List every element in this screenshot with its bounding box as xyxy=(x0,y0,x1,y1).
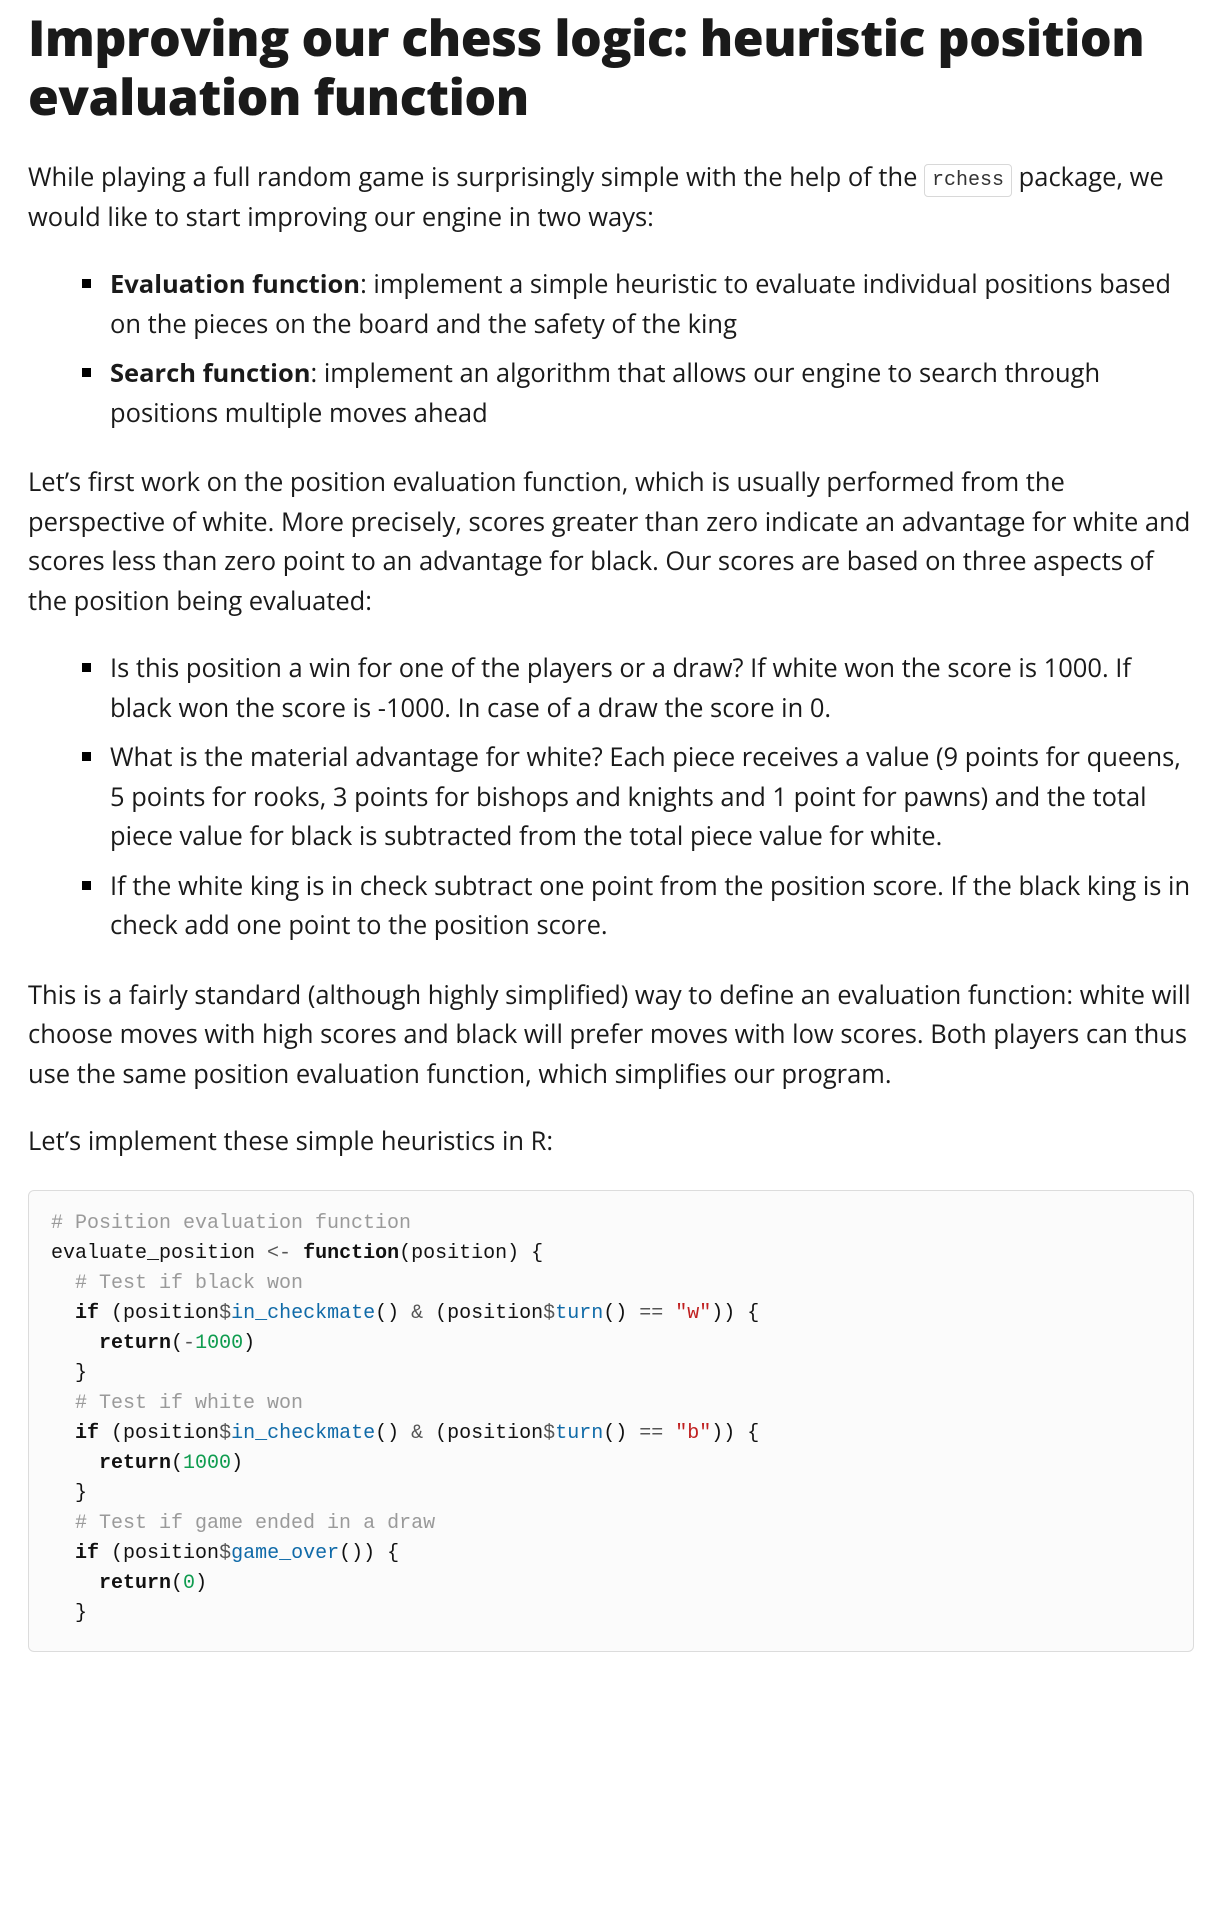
code-token-kw: return xyxy=(99,1452,171,1475)
code-token-op: $ xyxy=(219,1302,231,1325)
code-token-plain: )) { xyxy=(711,1422,759,1445)
intro-pre: While playing a full random game is surp… xyxy=(28,160,924,194)
list-item-text: Is this position a win for one of the pl… xyxy=(110,651,1131,725)
code-token-fn: game_over xyxy=(231,1542,339,1565)
code-token-fn: turn xyxy=(555,1422,603,1445)
code-token-plain: ( xyxy=(171,1452,183,1475)
code-token-kw: function xyxy=(303,1242,399,1265)
code-token-plain xyxy=(663,1302,675,1325)
code-token-op: & xyxy=(411,1302,423,1325)
code-token-str: "b" xyxy=(675,1422,711,1445)
code-token-plain: } xyxy=(51,1362,87,1385)
code-lead-in: Let’s implement these simple heuristics … xyxy=(28,1122,1194,1162)
code-token-op: $ xyxy=(219,1422,231,1445)
code-token-plain xyxy=(51,1452,99,1475)
code-token-num: 1000 xyxy=(183,1452,231,1475)
code-token-op: - xyxy=(183,1332,195,1355)
code-token-str: "w" xyxy=(675,1302,711,1325)
code-token-plain xyxy=(51,1422,75,1445)
eval-intro-paragraph: Let’s first work on the position evaluat… xyxy=(28,463,1194,621)
inline-code-rchess: rchess xyxy=(924,164,1012,197)
code-token-plain xyxy=(51,1572,99,1595)
code-token-fn: in_checkmate xyxy=(231,1302,375,1325)
code-token-fn: turn xyxy=(555,1302,603,1325)
improvements-list: Evaluation function: implement a simple … xyxy=(28,265,1194,433)
code-token-plain: (position xyxy=(99,1422,219,1445)
code-token-plain: () xyxy=(603,1302,639,1325)
list-item-text: If the white king is in check subtract o… xyxy=(110,869,1190,943)
code-token-plain xyxy=(51,1512,75,1535)
code-token-plain: () xyxy=(375,1302,411,1325)
summary-paragraph: This is a fairly standard (although high… xyxy=(28,976,1194,1095)
code-token-plain xyxy=(663,1422,675,1445)
code-token-fn: in_checkmate xyxy=(231,1422,375,1445)
code-token-plain xyxy=(51,1332,99,1355)
code-token-plain: ) xyxy=(243,1332,255,1355)
code-token-plain: } xyxy=(51,1482,87,1505)
code-token-plain: } xyxy=(51,1602,87,1625)
code-token-plain: ()) { xyxy=(339,1542,399,1565)
code-token-plain: (position xyxy=(423,1302,543,1325)
code-token-plain: (position xyxy=(423,1422,543,1445)
list-item: What is the material advantage for white… xyxy=(82,738,1194,857)
list-item-text: What is the material advantage for white… xyxy=(110,740,1181,853)
code-token-plain: evaluate_position xyxy=(51,1242,267,1265)
code-token-op: $ xyxy=(219,1542,231,1565)
code-token-num: 1000 xyxy=(195,1332,243,1355)
list-item-label: Search function xyxy=(110,356,311,390)
code-token-plain xyxy=(51,1542,75,1565)
code-token-op: == xyxy=(639,1422,663,1445)
code-token-op: & xyxy=(411,1422,423,1445)
code-token-plain: ( xyxy=(171,1332,183,1355)
list-item: Evaluation function: implement a simple … xyxy=(82,265,1194,344)
code-token-num: 0 xyxy=(183,1572,195,1595)
code-token-plain xyxy=(51,1302,75,1325)
code-token-plain: ) xyxy=(195,1572,207,1595)
code-token-plain xyxy=(51,1272,75,1295)
intro-paragraph: While playing a full random game is surp… xyxy=(28,158,1194,237)
aspects-list: Is this position a win for one of the pl… xyxy=(28,649,1194,946)
code-token-plain: () xyxy=(603,1422,639,1445)
article: Improving our chess logic: heuristic pos… xyxy=(0,0,1222,1692)
code-token-kw: if xyxy=(75,1422,99,1445)
page-title: Improving our chess logic: heuristic pos… xyxy=(28,8,1194,126)
list-item: Search function: implement an algorithm … xyxy=(82,354,1194,433)
code-token-plain: (position xyxy=(99,1302,219,1325)
code-token-plain: ( xyxy=(171,1572,183,1595)
code-token-kw: if xyxy=(75,1542,99,1565)
code-token-op: $ xyxy=(543,1422,555,1445)
code-token-plain: (position) { xyxy=(399,1242,543,1265)
list-item: If the white king is in check subtract o… xyxy=(82,867,1194,946)
code-token-comment: # Test if game ended in a draw xyxy=(75,1512,435,1535)
code-token-plain: () xyxy=(375,1422,411,1445)
code-token-op: $ xyxy=(543,1302,555,1325)
code-token-comment: # Position evaluation function xyxy=(51,1212,411,1235)
list-item-label: Evaluation function xyxy=(110,267,360,301)
code-token-kw: return xyxy=(99,1332,171,1355)
code-token-plain: ) xyxy=(231,1452,243,1475)
code-token-plain xyxy=(291,1242,303,1265)
code-block: # Position evaluation function evaluate_… xyxy=(28,1190,1194,1652)
code-token-comment: # Test if black won xyxy=(75,1272,303,1295)
code-token-op: == xyxy=(639,1302,663,1325)
code-token-comment: # Test if white won xyxy=(75,1392,303,1415)
code-token-plain: )) { xyxy=(711,1302,759,1325)
code-token-kw: if xyxy=(75,1302,99,1325)
code-token-plain: (position xyxy=(99,1542,219,1565)
code-token-op: <- xyxy=(267,1242,291,1265)
code-token-plain xyxy=(51,1392,75,1415)
code-token-kw: return xyxy=(99,1572,171,1595)
list-item: Is this position a win for one of the pl… xyxy=(82,649,1194,728)
